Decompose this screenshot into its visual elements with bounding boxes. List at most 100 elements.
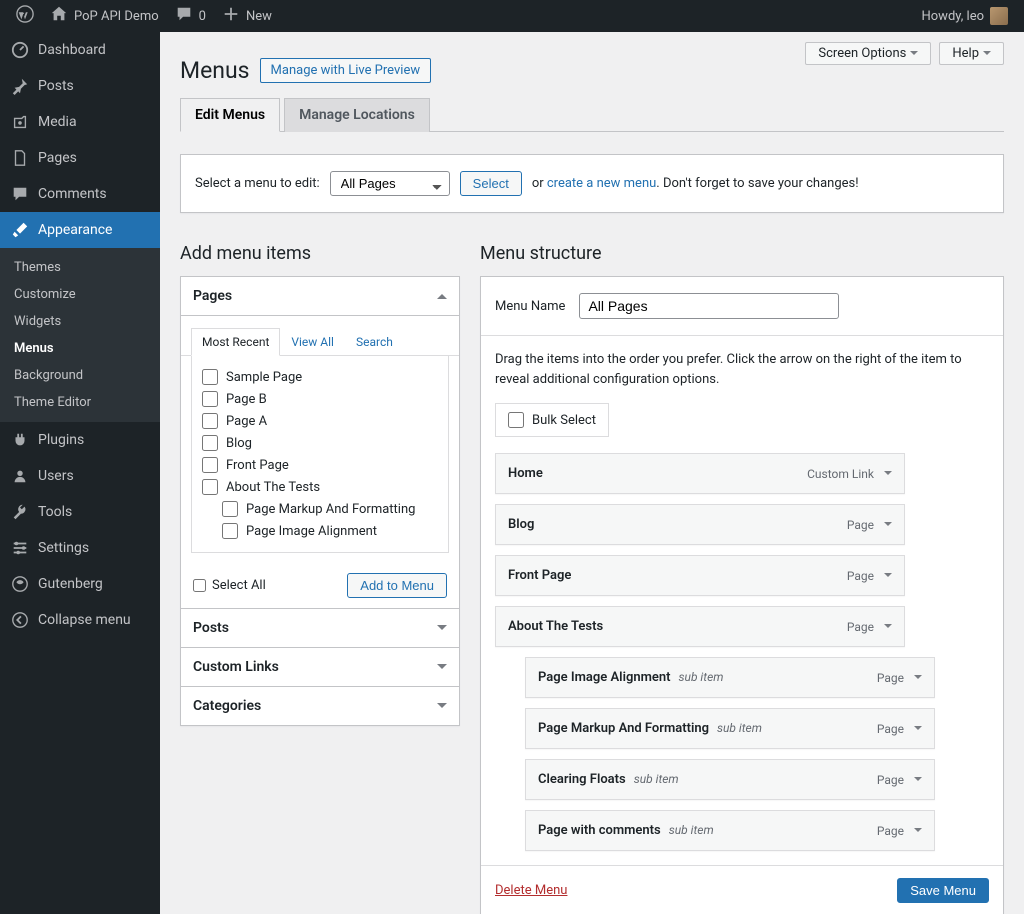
tab-manage-locations[interactable]: Manage Locations <box>284 98 430 132</box>
menu-item-row[interactable]: Page with commentssub itemPage <box>525 810 935 851</box>
page-checkbox[interactable] <box>202 457 218 473</box>
menu-item-row[interactable]: Page Image Alignmentsub itemPage <box>525 657 935 698</box>
menu-item-row[interactable]: Page Markup And Formattingsub itemPage <box>525 708 935 749</box>
manage-live-preview-button[interactable]: Manage with Live Preview <box>260 58 432 83</box>
select-all-label[interactable]: Select All <box>193 578 266 593</box>
caret-down-icon[interactable] <box>884 522 892 530</box>
menu-item-row[interactable]: Clearing Floatssub itemPage <box>525 759 935 800</box>
page-checkbox[interactable] <box>222 523 238 539</box>
save-menu-button[interactable]: Save Menu <box>897 878 989 903</box>
menu-label: Appearance <box>38 222 112 238</box>
appearance-submenu: Themes Customize Widgets Menus Backgroun… <box>0 248 160 422</box>
menu-users[interactable]: Users <box>0 458 160 494</box>
menu-media[interactable]: Media <box>0 104 160 140</box>
menu-item-wrap: Page Markup And Formattingsub itemPage <box>495 708 989 749</box>
page-checkbox[interactable] <box>222 501 238 517</box>
new-content[interactable]: New <box>214 0 280 32</box>
menu-name-label: Menu Name <box>495 299 565 314</box>
metabox-custom-links-toggle[interactable]: Custom Links <box>181 648 459 686</box>
caret-down-icon[interactable] <box>914 828 922 836</box>
menu-posts[interactable]: Posts <box>0 68 160 104</box>
page-checkbox[interactable] <box>202 413 218 429</box>
page-check-row[interactable]: Page Markup And Formatting <box>202 498 438 520</box>
menu-dashboard[interactable]: Dashboard <box>0 32 160 68</box>
menu-item-row[interactable]: BlogPage <box>495 504 905 545</box>
sub-item-label: sub item <box>634 772 679 786</box>
menu-item-row[interactable]: HomeCustom Link <box>495 453 905 494</box>
dashboard-icon <box>10 40 30 60</box>
caret-down-icon[interactable] <box>914 726 922 734</box>
page-check-row[interactable]: Page A <box>202 410 438 432</box>
select-all-checkbox[interactable] <box>193 579 206 592</box>
menu-item-title: About The Tests <box>508 619 603 634</box>
delete-menu-link[interactable]: Delete Menu <box>495 883 567 898</box>
sliders-icon <box>10 538 30 558</box>
bulk-select-checkbox[interactable] <box>508 412 524 428</box>
gutenberg-icon <box>10 574 30 594</box>
caret-down-icon <box>983 51 991 59</box>
caret-down-icon[interactable] <box>914 675 922 683</box>
page-check-row[interactable]: Page B <box>202 388 438 410</box>
submenu-menus[interactable]: Menus <box>0 335 160 362</box>
comment-icon <box>175 5 193 27</box>
page-check-row[interactable]: Page Image Alignment <box>202 520 438 542</box>
menu-name-input[interactable] <box>579 293 839 319</box>
create-new-menu-link[interactable]: create a new menu <box>547 176 656 191</box>
screen-options-toggle[interactable]: Screen Options <box>805 42 931 65</box>
add-to-menu-button[interactable]: Add to Menu <box>347 573 447 598</box>
tab-view-all[interactable]: View All <box>280 328 345 356</box>
submenu-themes[interactable]: Themes <box>0 254 160 281</box>
submenu-widgets[interactable]: Widgets <box>0 308 160 335</box>
menu-label: Dashboard <box>38 42 106 58</box>
caret-down-icon[interactable] <box>914 777 922 785</box>
menu-label: Pages <box>38 150 77 166</box>
page-checkbox[interactable] <box>202 369 218 385</box>
metabox-posts-toggle[interactable]: Posts <box>181 609 459 647</box>
submenu-customize[interactable]: Customize <box>0 281 160 308</box>
submenu-background[interactable]: Background <box>0 362 160 389</box>
tab-most-recent[interactable]: Most Recent <box>191 328 280 356</box>
menu-gutenberg[interactable]: Gutenberg <box>0 566 160 602</box>
menu-collapse[interactable]: Collapse menu <box>0 602 160 638</box>
metabox-categories-toggle[interactable]: Categories <box>181 687 459 725</box>
page-checkbox[interactable] <box>202 479 218 495</box>
page-check-row[interactable]: Sample Page <box>202 366 438 388</box>
help-toggle[interactable]: Help <box>939 42 1004 65</box>
submenu-theme-editor[interactable]: Theme Editor <box>0 389 160 416</box>
tab-search[interactable]: Search <box>345 328 404 356</box>
menu-comments[interactable]: Comments <box>0 176 160 212</box>
site-name[interactable]: PoP API Demo <box>42 0 167 32</box>
menu-select[interactable]: All Pages <box>330 171 450 196</box>
user-greeting[interactable]: Howdy, leo <box>913 0 1016 32</box>
menu-item-wrap: HomeCustom Link <box>495 453 989 494</box>
comments-bubble[interactable]: 0 <box>167 0 214 32</box>
menu-settings[interactable]: Settings <box>0 530 160 566</box>
metabox-categories: Categories <box>180 687 460 726</box>
select-button[interactable]: Select <box>460 171 522 196</box>
menu-item-wrap: About The TestsPage <box>495 606 989 647</box>
tab-edit-menus[interactable]: Edit Menus <box>180 98 280 132</box>
page-checkbox[interactable] <box>202 391 218 407</box>
menu-item-row[interactable]: About The TestsPage <box>495 606 905 647</box>
caret-down-icon[interactable] <box>884 573 892 581</box>
menu-item-type: Custom Link <box>807 467 874 481</box>
menu-item-row[interactable]: Front PagePage <box>495 555 905 596</box>
menu-item-wrap: BlogPage <box>495 504 989 545</box>
menu-tools[interactable]: Tools <box>0 494 160 530</box>
page-check-row[interactable]: Blog <box>202 432 438 454</box>
page-check-row[interactable]: About The Tests <box>202 476 438 498</box>
caret-down-icon[interactable] <box>884 624 892 632</box>
menu-plugins[interactable]: Plugins <box>0 422 160 458</box>
caret-down-icon[interactable] <box>884 471 892 479</box>
or-create-text: or create a new menu. Don't forget to sa… <box>532 176 859 191</box>
sub-item-label: sub item <box>717 721 762 735</box>
page-check-row[interactable]: Front Page <box>202 454 438 476</box>
menu-pages[interactable]: Pages <box>0 140 160 176</box>
page-checkbox[interactable] <box>202 435 218 451</box>
menu-item-wrap: Page Image Alignmentsub itemPage <box>495 657 989 698</box>
wp-logo[interactable] <box>8 0 42 32</box>
metabox-pages-toggle[interactable]: Pages <box>181 277 459 316</box>
bulk-select-box[interactable]: Bulk Select <box>495 403 609 437</box>
menu-appearance[interactable]: Appearance <box>0 212 160 248</box>
add-menu-items-column: Add menu items Pages Most Recent View Al… <box>180 243 460 914</box>
